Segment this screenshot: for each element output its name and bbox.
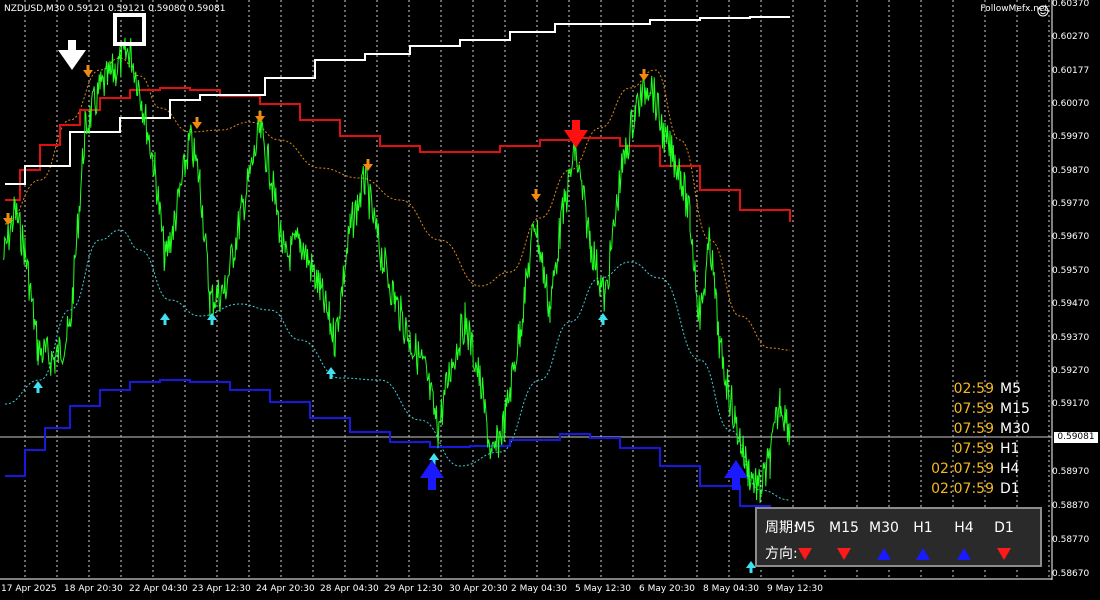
timer-row: 07:59 M30	[930, 421, 1030, 437]
highlight-square-icon	[113, 13, 146, 46]
small-up-arrow-icon	[160, 313, 170, 325]
price-axis-label: 0.59770	[1052, 199, 1090, 209]
small-up-arrow-icon	[33, 381, 43, 393]
timer-period: M5	[1000, 381, 1021, 397]
direction-up-icon	[903, 544, 943, 564]
price-axis-label: 0.59270	[1052, 366, 1090, 376]
panel-period-label: H4	[954, 520, 974, 536]
price-axis-label: 0.58770	[1052, 535, 1090, 545]
small-down-arrow-icon	[363, 159, 373, 171]
timer-period: H1	[1000, 441, 1020, 457]
timer-countdown: 07:59	[953, 401, 994, 417]
big-down-arrow-red-icon	[564, 120, 588, 148]
price-axis-label: 0.59870	[1052, 166, 1090, 176]
price-axis-label: 0.59470	[1052, 299, 1090, 309]
cyan-band-line	[4, 229, 791, 501]
price-axis-label: 0.59670	[1052, 232, 1090, 242]
orange-band-line	[4, 57, 791, 351]
panel-period-label: D1	[994, 520, 1014, 536]
time-axis-label: 22 Apr 04:30	[129, 584, 188, 594]
price-axis-label: 0.59570	[1052, 266, 1090, 276]
small-down-arrow-icon	[192, 117, 202, 129]
time-axis-label: 17 Apr 2025	[1, 584, 57, 594]
small-up-arrow-icon	[326, 367, 336, 379]
time-axis-label: 29 Apr 12:30	[384, 584, 443, 594]
small-down-arrow-icon	[255, 111, 265, 123]
time-axis-label: 24 Apr 20:30	[256, 584, 315, 594]
timer-period: M30	[1000, 421, 1030, 437]
time-axis-label: 23 Apr 12:30	[192, 584, 251, 594]
direction-up-icon	[864, 544, 904, 564]
time-axis-label: 9 May 12:30	[767, 584, 823, 594]
timer-countdown: 02:07:59	[931, 481, 994, 497]
brand-label: FollowMefx.net	[980, 4, 1048, 14]
small-up-arrow-icon	[598, 313, 608, 325]
small-down-arrow-icon	[83, 65, 93, 77]
timer-countdown: 02:59	[953, 381, 994, 397]
direction-down-icon	[785, 544, 825, 564]
timer-period: D1	[1000, 481, 1020, 497]
timer-row: 02:07:59 D1	[930, 481, 1020, 497]
price-axis-label: 0.58670	[1052, 569, 1090, 579]
price-axis-label: 0.60270	[1052, 32, 1090, 42]
price-axis-label: 0.60070	[1052, 99, 1090, 109]
current-price-tag: 0.59081	[1054, 432, 1098, 443]
price-axis-label: 0.60177	[1052, 66, 1090, 76]
time-axis-label: 6 May 20:30	[639, 584, 695, 594]
panel-period-label: M30	[869, 520, 899, 536]
timer-countdown: 02:07:59	[931, 461, 994, 477]
timer-countdown: 07:59	[953, 441, 994, 457]
price-axis-label: 0.59970	[1052, 132, 1090, 142]
price-axis-label: 0.59170	[1052, 399, 1090, 409]
price-axis-label: 0.59370	[1052, 333, 1090, 343]
timer-row: 02:59 M5	[930, 381, 1021, 397]
big-down-arrow-white-icon	[58, 40, 86, 70]
vertical-gridlines	[24, 0, 1050, 579]
blue-moving-average	[5, 379, 771, 514]
direction-up-icon	[944, 544, 984, 564]
time-axis-label: 30 Apr 20:30	[449, 584, 508, 594]
time-axis-label: 8 May 04:30	[703, 584, 759, 594]
direction-panel: 周期: 方向: M5 M15 M30 H1 H4 D1	[755, 507, 1042, 567]
symbol-header: NZDUSD,M30 0.59121 0.59121 0.59080 0.590…	[4, 4, 226, 14]
price-axis-label: 0.58870	[1052, 501, 1090, 511]
small-down-arrow-icon	[639, 69, 649, 81]
timer-row: 07:59 M15	[930, 401, 1030, 417]
time-axis-label: 5 May 12:30	[575, 584, 631, 594]
panel-period-label: M15	[829, 520, 859, 536]
timer-row: 07:59 H1	[930, 441, 1020, 457]
time-axis-label: 18 Apr 20:30	[64, 584, 123, 594]
price-axis-label: 0.60370	[1052, 0, 1090, 9]
time-axis-label: 28 Apr 04:30	[320, 584, 379, 594]
time-axis-label: 2 May 04:30	[511, 584, 567, 594]
small-down-arrow-icon	[531, 189, 541, 201]
timer-row: 02:07:59 H4	[930, 461, 1019, 477]
big-up-arrow-blue-icon	[420, 460, 444, 490]
direction-down-icon	[984, 544, 1024, 564]
direction-down-icon	[824, 544, 864, 564]
panel-period-label: M5	[794, 520, 816, 536]
timer-countdown: 07:59	[953, 421, 994, 437]
panel-period-label: H1	[913, 520, 933, 536]
timer-period: M15	[1000, 401, 1030, 417]
timer-period: H4	[1000, 461, 1020, 477]
price-axis-label: 0.58970	[1052, 467, 1090, 477]
